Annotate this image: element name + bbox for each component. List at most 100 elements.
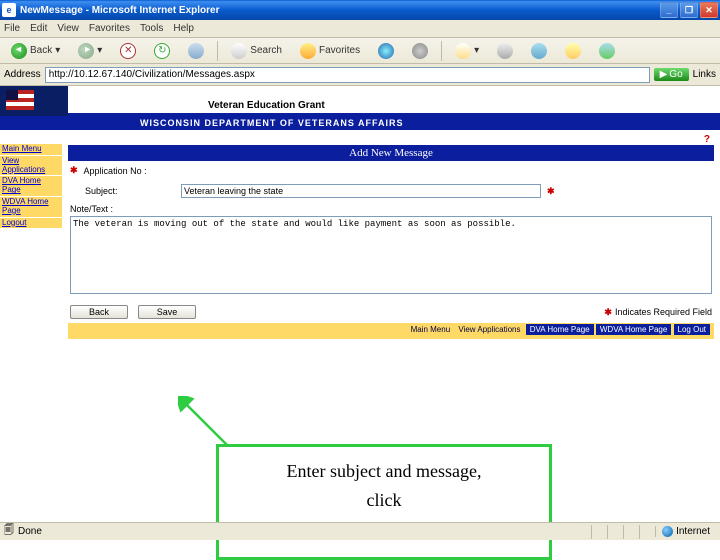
favorites-button[interactable]: Favorites [293,40,367,62]
minimize-button[interactable]: _ [660,2,678,18]
print-button[interactable] [490,40,520,62]
mail-button[interactable]: ▾ [448,40,486,62]
callout-line1: Enter subject and message, [227,457,541,486]
required-message: ✱ Indicates Required Field [604,307,712,318]
mail-icon [455,43,471,59]
subject-input[interactable] [181,184,541,198]
foot-main[interactable]: Main Menu [408,325,454,334]
home-button[interactable] [181,40,211,62]
close-button[interactable]: ✕ [700,2,718,18]
callout-line2: click [227,486,541,515]
back-button[interactable]: Back ▾ [4,40,67,62]
content-panel: ? Add New Message ✱ Application No : Sub… [68,134,714,339]
program-title: Veteran Education Grant [68,86,720,116]
flag-logo [0,86,68,116]
page-icon: 🗐 [4,523,14,540]
messenger-icon [599,43,615,59]
foot-dva[interactable]: DVA Home Page [526,324,594,335]
print-icon [497,43,513,59]
search-button[interactable]: Search [224,40,289,62]
foot-wdva[interactable]: WDVA Home Page [596,324,671,335]
back-form-button[interactable]: Back [70,305,128,319]
nav-view-applications[interactable]: View Applications [0,156,62,176]
help-link[interactable]: ? [68,134,714,145]
footer-underline [68,336,714,339]
discuss-button[interactable] [558,40,588,62]
nav-wdva-home[interactable]: WDVA Home Page [0,197,62,217]
toolbar: Back ▾ ▾ ✕ ↻ Search Favorites ▾ [0,38,720,64]
forward-button[interactable]: ▾ [71,40,109,62]
back-label: Back [30,45,52,56]
refresh-button[interactable]: ↻ [147,40,177,62]
department-bar: WISCONSIN DEPARTMENT OF VETERANS AFFAIRS [0,116,720,130]
menu-tools[interactable]: Tools [140,23,163,34]
edit-button[interactable] [524,40,554,62]
menu-view[interactable]: View [57,23,79,34]
go-button[interactable]: ▶ Go [654,68,689,81]
back-icon [11,43,27,59]
main-area: Main Menu View Applications DVA Home Pag… [0,130,720,339]
button-row: Back Save ✱ Indicates Required Field [68,297,714,323]
window-buttons: _ ❐ ✕ [660,2,718,18]
separator [441,41,442,61]
links-label[interactable]: Links [693,69,716,80]
page-content: Veteran Education Grant WISCONSIN DEPART… [0,86,720,526]
app-label: Application No : [84,166,174,176]
stop-icon: ✕ [120,43,136,59]
nav-dva-home[interactable]: DVA Home Page [0,176,62,196]
window-titlebar: e NewMessage - Microsoft Internet Explor… [0,0,720,20]
messenger-button[interactable] [592,40,622,62]
edit-icon [531,43,547,59]
history-icon [412,43,428,59]
required-icon: ✱ [547,186,555,197]
address-input[interactable] [45,67,650,83]
ie-icon: e [2,3,16,17]
side-nav: Main Menu View Applications DVA Home Pag… [0,134,62,339]
save-button[interactable]: Save [138,305,196,319]
zone-label: Internet [676,526,710,537]
required-text: Indicates Required Field [615,307,712,317]
favorites-label: Favorites [319,45,360,56]
nav-logout[interactable]: Logout [0,218,62,229]
globe-icon [662,526,673,537]
menu-help[interactable]: Help [173,23,194,34]
status-bar: 🗐 Done Internet [0,522,720,540]
media-button[interactable] [371,40,401,62]
note-textarea[interactable] [70,216,712,294]
search-label: Search [250,45,282,56]
discuss-icon [565,43,581,59]
window-title: NewMessage - Microsoft Internet Explorer [20,5,660,16]
refresh-icon: ↻ [154,43,170,59]
menu-edit[interactable]: Edit [30,23,47,34]
go-label: Go [669,69,682,80]
home-icon [188,43,204,59]
status-text: Done [14,526,591,537]
subject-label: Subject: [85,186,175,196]
menu-file[interactable]: File [4,23,20,34]
address-label: Address [4,69,41,80]
required-icon: ✱ [70,165,78,176]
status-cells [591,525,655,539]
separator [217,41,218,61]
row-subject: Subject: ✱ [68,180,714,202]
nav-main-menu[interactable]: Main Menu [0,144,62,155]
star-icon [300,43,316,59]
search-icon [231,43,247,59]
menu-favorites[interactable]: Favorites [89,23,130,34]
media-icon [378,43,394,59]
stop-button[interactable]: ✕ [113,40,143,62]
required-icon: ✱ [604,307,612,318]
address-bar: Address ▶ Go Links [0,64,720,86]
row-application-no: ✱ Application No : [68,161,714,180]
note-label: Note/Text : [70,202,712,216]
history-button[interactable] [405,40,435,62]
foot-logout[interactable]: Log Out [674,324,710,335]
maximize-button[interactable]: ❐ [680,2,698,18]
foot-view[interactable]: View Applications [455,325,523,334]
forward-icon [78,43,94,59]
annotation-callout: Enter subject and message, click Save [216,444,552,560]
security-zone: Internet [655,526,716,537]
menu-bar: File Edit View Favorites Tools Help [0,20,720,38]
footer-bar: Main Menu View Applications DVA Home Pag… [68,323,714,336]
banner: Veteran Education Grant [0,86,720,116]
